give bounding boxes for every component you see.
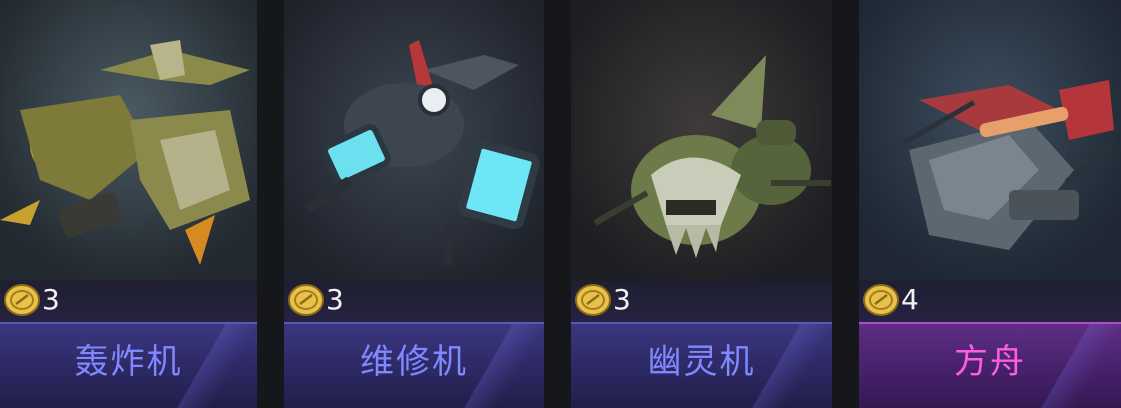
coin-icon: [863, 284, 899, 316]
bomber-ship-art: [0, 0, 257, 282]
repair-ship-art: [284, 0, 544, 282]
card-divider: [832, 0, 859, 408]
ark-ship-art: [859, 0, 1121, 282]
coin-icon: [4, 284, 40, 316]
card-ark[interactable]: 4 方舟: [859, 0, 1121, 408]
card-name: 轰炸机: [74, 342, 183, 382]
ghost-ship-art: [571, 0, 832, 282]
coin-icon: [575, 284, 611, 316]
cost-value: 3: [326, 283, 344, 316]
card-ghost[interactable]: 3 幽灵机: [571, 0, 832, 408]
card-name: 幽灵机: [647, 342, 756, 382]
cost-value: 3: [613, 283, 631, 316]
cost-value: 4: [901, 283, 919, 316]
card-name: 维修机: [360, 342, 468, 382]
card-bomber[interactable]: 3 轰炸机: [0, 0, 257, 408]
card-name: 方舟: [954, 342, 1026, 382]
card-repair[interactable]: 3 维修机: [284, 0, 544, 408]
card-divider: [544, 0, 571, 408]
cost-value: 3: [42, 283, 60, 316]
card-divider: [257, 0, 284, 408]
coin-icon: [288, 284, 324, 316]
